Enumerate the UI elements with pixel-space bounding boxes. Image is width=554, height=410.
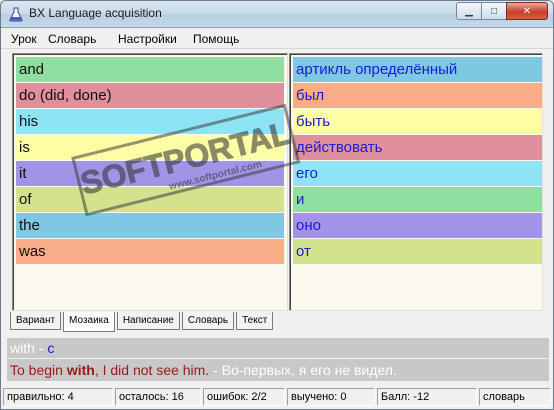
english-word-item[interactable]: was xyxy=(16,239,284,264)
example-line: To begin with, I did not see him. - Во-п… xyxy=(7,359,549,381)
english-word-item[interactable]: and xyxy=(16,57,284,82)
russian-word-item[interactable]: был xyxy=(293,83,542,108)
app-window: BX Language acquisition ▁ □ ✕ Урок Слова… xyxy=(0,0,554,410)
close-button[interactable]: ✕ xyxy=(506,2,548,20)
russian-word-item[interactable]: артикль определённый xyxy=(293,57,542,82)
russian-word-item[interactable]: оно xyxy=(293,213,542,238)
tab-variant[interactable]: Вариант xyxy=(10,312,62,330)
title-bar[interactable]: BX Language acquisition ▁ □ ✕ xyxy=(1,1,553,28)
tab-spelling[interactable]: Написание xyxy=(116,312,180,330)
english-word-item[interactable]: do (did, done) xyxy=(16,83,284,108)
window-controls: ▁ □ ✕ xyxy=(456,2,548,20)
example-sentence-end: , I did not see him. xyxy=(94,362,210,378)
menu-dictionary[interactable]: Словарь xyxy=(48,32,96,46)
menu-help[interactable]: Помощь xyxy=(193,32,239,46)
status-correct: правильно: 4 xyxy=(3,388,113,406)
menu-lesson[interactable]: Урок xyxy=(11,32,37,46)
tab-dictionary[interactable]: Словарь xyxy=(181,312,235,330)
english-word-item[interactable]: is xyxy=(16,135,284,160)
english-word-item[interactable]: it xyxy=(16,161,284,186)
menu-bar: Урок Словарь Настройки Помощь xyxy=(1,29,553,49)
english-word-item[interactable]: his xyxy=(16,109,284,134)
example-highlight-word: with xyxy=(66,362,95,378)
status-remaining: осталось: 16 xyxy=(115,388,201,406)
russian-word-list[interactable]: артикль определённый был быть действоват… xyxy=(289,53,543,311)
window-title: BX Language acquisition xyxy=(29,6,162,20)
example-separator: - xyxy=(209,362,222,378)
russian-word-item[interactable]: от xyxy=(293,239,542,264)
status-bar: правильно: 4 осталось: 16 ошибок: 2/2 вы… xyxy=(1,385,553,409)
english-word-item[interactable]: the xyxy=(16,213,284,238)
russian-word-item[interactable]: и xyxy=(293,187,542,212)
mode-tabs: Вариант Мозаика Написание Словарь Текст xyxy=(10,312,275,332)
russian-word-item[interactable]: действовать xyxy=(293,135,542,160)
russian-word-item[interactable]: быть xyxy=(293,109,542,134)
tab-text[interactable]: Текст xyxy=(236,312,274,330)
status-learned: выучено: 0 xyxy=(287,388,375,406)
russian-word-item[interactable]: его xyxy=(293,161,542,186)
hint-line: with - с xyxy=(7,338,549,358)
status-errors: ошибок: 2/2 xyxy=(203,388,285,406)
menu-settings[interactable]: Настройки xyxy=(118,32,177,46)
minimize-button[interactable]: ▁ xyxy=(456,2,482,20)
english-word-item[interactable]: of xyxy=(16,187,284,212)
hint-separator: - xyxy=(34,340,48,356)
flask-icon xyxy=(9,7,23,22)
hint-word: with xyxy=(10,340,35,356)
english-word-list[interactable]: and do (did, done) his is it of the was xyxy=(12,53,288,311)
tab-mosaic[interactable]: Мозаика xyxy=(63,312,115,332)
status-score: Балл: -12 xyxy=(377,388,477,406)
maximize-button[interactable]: □ xyxy=(481,2,507,20)
hint-translation: с xyxy=(47,340,55,356)
example-sentence-start: To begin xyxy=(10,362,67,378)
status-mode: словарь xyxy=(479,388,551,406)
example-translation: Во-первых, я его не видел. xyxy=(221,362,397,378)
